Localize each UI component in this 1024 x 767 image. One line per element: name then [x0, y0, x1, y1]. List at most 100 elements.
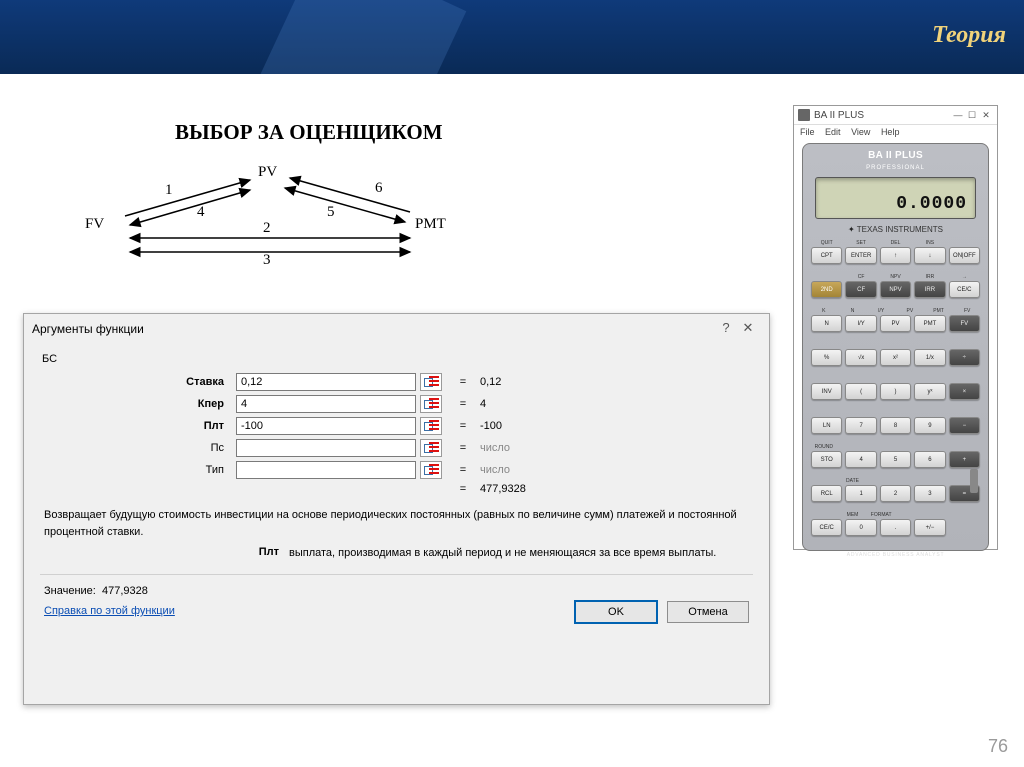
key-label: N [840, 308, 866, 314]
arg-input-tip[interactable] [236, 461, 416, 479]
key-label [811, 376, 837, 382]
header-title: Теория [932, 22, 1006, 49]
key-label [811, 274, 842, 280]
menu-help[interactable]: Help [881, 127, 900, 137]
close-button[interactable]: ✕ [979, 110, 993, 121]
key-label: MEM [840, 512, 866, 518]
calc-key[interactable]: 0 [845, 519, 876, 536]
calc-key[interactable]: ÷ [949, 349, 980, 366]
calc-side-notch [970, 469, 978, 493]
calc-key[interactable]: I/Y [845, 315, 876, 332]
key-label: NPV [880, 274, 911, 280]
calc-key[interactable]: IRR [914, 281, 945, 298]
calc-key[interactable]: STO [811, 451, 842, 468]
key-label: IRR [914, 274, 945, 280]
calc-key[interactable]: NPV [880, 281, 911, 298]
key-label [868, 410, 894, 416]
total-value: 477,9328 [476, 481, 753, 497]
arg-input-kper[interactable] [236, 395, 416, 413]
calculator-window: BA II PLUS — ☐ ✕ File Edit View Help BA … [793, 105, 998, 550]
calc-key[interactable]: ENTER [845, 247, 876, 264]
calc-key[interactable]: × [949, 383, 980, 400]
value-label: Значение: [44, 585, 96, 597]
calc-key[interactable]: 9 [914, 417, 945, 434]
calc-key[interactable]: % [811, 349, 842, 366]
calc-key[interactable]: FV [949, 315, 980, 332]
calc-key[interactable]: 1/x [914, 349, 945, 366]
calc-key[interactable]: LN [811, 417, 842, 434]
key-label [897, 478, 923, 484]
calc-key[interactable]: x² [880, 349, 911, 366]
key-label: DATE [840, 478, 866, 484]
key-label [926, 410, 952, 416]
calc-key[interactable]: 2ND [811, 281, 842, 298]
calc-key[interactable]: √x [845, 349, 876, 366]
calc-key[interactable]: ↑ [880, 247, 911, 264]
calc-key[interactable]: CE/C [949, 281, 980, 298]
key-label [897, 410, 923, 416]
arg-input-plt[interactable] [236, 417, 416, 435]
calc-key[interactable]: N [811, 315, 842, 332]
calc-key[interactable]: 4 [845, 451, 876, 468]
slide-header: Теория [0, 0, 1024, 74]
cancel-button[interactable]: Отмена [667, 601, 749, 623]
calc-key[interactable]: ( [845, 383, 876, 400]
calc-key[interactable]: 6 [914, 451, 945, 468]
arg-label: Кпер [40, 393, 232, 415]
node-pmt: PMT [415, 216, 446, 233]
calc-key[interactable]: + [949, 451, 980, 468]
menu-file[interactable]: File [800, 127, 815, 137]
key-label: ROUND [811, 444, 837, 450]
calc-key[interactable]: ↓ [914, 247, 945, 264]
range-picker-icon[interactable] [420, 461, 442, 479]
range-picker-icon[interactable] [420, 439, 442, 457]
range-picker-icon[interactable] [420, 395, 442, 413]
calc-key[interactable]: CPT [811, 247, 842, 264]
calc-key[interactable]: RCL [811, 485, 842, 502]
key-label [868, 376, 894, 382]
total-equals: = [450, 481, 476, 497]
calc-key[interactable]: − [949, 417, 980, 434]
calculator-menubar[interactable]: File Edit View Help [794, 125, 997, 139]
calc-key[interactable]: ) [880, 383, 911, 400]
calc-key[interactable]: . [880, 519, 911, 536]
calc-key[interactable]: 2 [880, 485, 911, 502]
key-label: PV [897, 308, 923, 314]
arg-result: -100 [476, 415, 753, 437]
calc-key[interactable]: 5 [880, 451, 911, 468]
range-picker-icon[interactable] [420, 373, 442, 391]
arg-label: Ставка [40, 371, 232, 393]
key-label [949, 240, 980, 246]
key-label: FORMAT [868, 512, 894, 518]
ok-button[interactable]: OK [575, 601, 657, 623]
calc-key[interactable]: 1 [845, 485, 876, 502]
arg-result: число [476, 437, 753, 459]
menu-view[interactable]: View [851, 127, 870, 137]
arg-input-stavka[interactable] [236, 373, 416, 391]
help-button[interactable]: ? [715, 320, 737, 338]
calc-key[interactable]: 7 [845, 417, 876, 434]
close-button[interactable]: ✕ [737, 320, 759, 338]
calc-key[interactable]: +/− [914, 519, 945, 536]
display-value: 0.0000 [896, 194, 967, 214]
minimize-button[interactable]: — [951, 110, 965, 120]
edge-4: 4 [197, 204, 205, 221]
calc-key[interactable]: yˣ [914, 383, 945, 400]
node-fv: FV [85, 216, 104, 233]
calc-key[interactable]: INV [811, 383, 842, 400]
range-picker-icon[interactable] [420, 417, 442, 435]
key-label [926, 512, 952, 518]
maximize-button[interactable]: ☐ [965, 110, 979, 121]
calc-key[interactable]: CE/C [811, 519, 842, 536]
arg-input-ps[interactable] [236, 439, 416, 457]
key-label [811, 512, 837, 518]
calc-key[interactable]: 8 [880, 417, 911, 434]
calc-key[interactable]: ON|OFF [949, 247, 980, 264]
menu-edit[interactable]: Edit [825, 127, 841, 137]
calc-key[interactable]: PMT [914, 315, 945, 332]
calc-key[interactable]: PV [880, 315, 911, 332]
help-link[interactable]: Справка по этой функции [44, 605, 175, 617]
calc-key[interactable]: CF [845, 281, 876, 298]
calc-key[interactable]: 3 [914, 485, 945, 502]
key-label [926, 478, 952, 484]
